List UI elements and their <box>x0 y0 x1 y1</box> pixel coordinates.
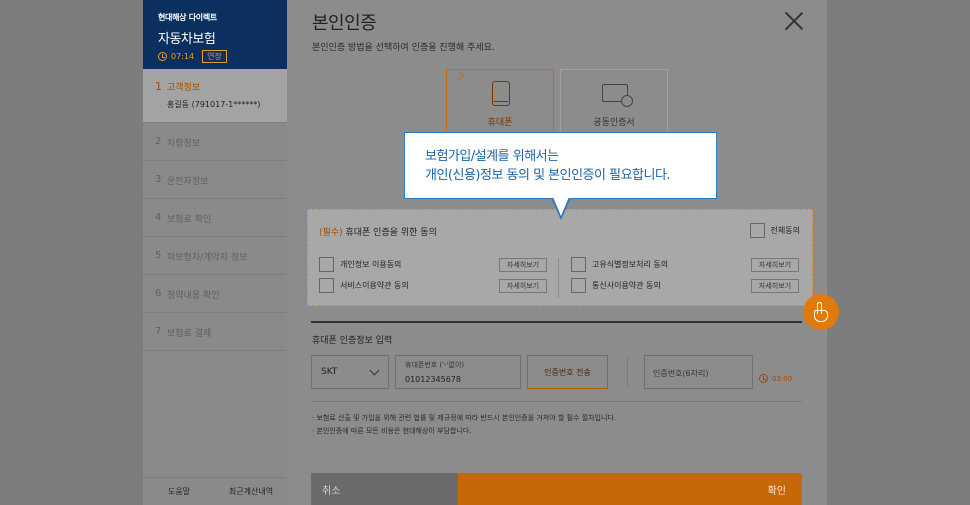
consent-label: 고유식별정보처리 동의 <box>592 260 669 269</box>
page-title: 본인인증 <box>312 13 377 34</box>
hand-pointer-icon[interactable] <box>803 294 839 330</box>
sidebar: 현대해상 다이렉트 자동차보험 07:14 연장 1 고객정보 홍길동 (791… <box>143 0 287 505</box>
cancel-button[interactable]: 취소 <box>311 473 458 505</box>
step-label: 고객정보 <box>167 83 201 93</box>
step-number: 6 <box>155 288 162 299</box>
consent-label: 개인정보 이용동의 <box>340 260 402 269</box>
consent-title: (필수) 휴대폰 인증을 위한 동의 <box>319 225 437 238</box>
detail-button[interactable]: 자세히보기 <box>499 258 547 272</box>
send-code-button[interactable]: 인증번호 전송 <box>527 355 608 389</box>
consent-label: 통신사이용약관 동의 <box>592 281 661 290</box>
step-label: 차량정보 <box>167 139 201 149</box>
tooltip-line-2: 개인(신용)정보 동의 및 본인인증이 필요합니다. <box>425 168 671 183</box>
clock-icon <box>158 52 167 61</box>
consent-item-privacy[interactable]: 개인정보 이용동의 <box>319 257 401 272</box>
step-premium-check[interactable]: 4 보험료 확인 <box>143 199 287 237</box>
chevron-down-icon <box>369 365 380 376</box>
carrier-value: SKT <box>321 367 338 377</box>
certificate-icon <box>602 84 633 107</box>
check-icon <box>454 71 464 82</box>
step-number: 7 <box>155 326 162 337</box>
close-icon[interactable] <box>783 10 805 32</box>
phone-number-input[interactable]: 휴대폰번호 ('-'없이) 01012345678 <box>395 355 521 389</box>
step-number: 1 <box>155 80 162 93</box>
countdown-value: 03:00 <box>772 374 793 383</box>
verification-code-input[interactable]: 인증번호(6자리) <box>644 355 753 389</box>
consent-item-carrier-terms[interactable]: 통신사이용약관 동의 <box>571 278 661 293</box>
tooltip-line-1: 보험가입/설계를 위해서는 <box>425 149 559 164</box>
step-label: 보험료 확인 <box>167 215 212 225</box>
agree-all-checkbox[interactable] <box>749 223 765 238</box>
step-insured-info[interactable]: 5 피보험자/계약자 정보 <box>143 237 287 275</box>
carrier-select[interactable]: SKT <box>311 355 389 389</box>
main-content: 본인인증 본인인증 방법을 선택하여 인증을 진행해 주세요. 휴대폰 공동인증… <box>287 0 827 505</box>
step-customer-info[interactable]: 1 고객정보 홍길동 (791017-1******) <box>143 69 287 123</box>
consent-item-unique-id[interactable]: 고유식별정보처리 동의 <box>571 257 668 272</box>
agree-all[interactable]: 전체동의 <box>749 223 800 238</box>
page-subtitle: 본인인증 방법을 선택하여 인증을 진행해 주세요. <box>312 43 495 53</box>
session-timer: 07:14 연장 <box>158 50 287 63</box>
consent-checkbox[interactable] <box>319 278 334 293</box>
consent-tooltip: 보험가입/설계를 위해서는 개인(신용)정보 동의 및 본인인증이 필요합니다. <box>404 132 717 199</box>
notice-list: · 보험료 산출 및 가입을 위해 관련 법률 및 제규정에 따라 반드시 본인… <box>312 412 616 438</box>
step-label: 보험료 결제 <box>167 329 212 339</box>
notes-divider <box>311 401 802 402</box>
step-payment[interactable]: 7 보험료 결제 <box>143 313 287 351</box>
consent-checkbox[interactable] <box>571 257 586 272</box>
product-title: 자동차보험 <box>158 32 216 47</box>
notice-item: · 보험료 산출 및 가입을 위해 관련 법률 및 제규정에 따라 반드시 본인… <box>312 414 617 422</box>
phone-value: 01012345678 <box>405 375 461 384</box>
step-number: 5 <box>155 250 162 261</box>
auth-modal-frame: 현대해상 다이렉트 자동차보험 07:14 연장 1 고객정보 홍길동 (791… <box>143 0 827 505</box>
step-number: 2 <box>155 136 162 147</box>
method-label: 휴대폰 <box>487 118 513 128</box>
notice-item: · 본인인증에 따른 모든 비용은 현대해상이 부담합니다. <box>312 427 472 435</box>
method-certificate-card[interactable]: 공동인증서 <box>560 69 668 133</box>
consent-checkbox[interactable] <box>319 257 334 272</box>
consent-title-text: 휴대폰 인증을 위한 동의 <box>345 228 437 238</box>
step-number: 4 <box>155 212 162 223</box>
extend-button[interactable]: 연장 <box>202 50 227 63</box>
input-divider <box>627 357 628 387</box>
consent-item-service-terms[interactable]: 서비스이용약관 동의 <box>319 278 409 293</box>
palm-shape <box>814 310 828 322</box>
consent-checkbox[interactable] <box>571 278 586 293</box>
step-application-review[interactable]: 6 청약내용 확인 <box>143 275 287 313</box>
step-label: 운전자정보 <box>167 177 209 187</box>
timer-value: 07:14 <box>171 52 195 61</box>
brand-name: 현대해상 다이렉트 <box>158 13 217 22</box>
phone-placeholder: 휴대폰번호 ('-'없이) <box>405 361 465 369</box>
step-number: 3 <box>155 174 162 185</box>
consent-box: (필수) 휴대폰 인증을 위한 동의 전체동의 개인정보 이용동의 자세히보기 … <box>307 209 813 306</box>
consent-label: 서비스이용약관 동의 <box>340 281 409 290</box>
detail-button[interactable]: 자세히보기 <box>751 258 799 272</box>
code-countdown: 03:00 <box>759 374 792 383</box>
agree-all-label: 전체동의 <box>770 226 800 235</box>
step-driver-info[interactable]: 3 운전자정보 <box>143 161 287 199</box>
tooltip-arrow-fill <box>553 197 569 216</box>
smartphone-icon <box>492 81 510 106</box>
customer-name: 홍길동 (791017-1******) <box>167 100 261 109</box>
section-divider <box>311 321 802 323</box>
brand-header: 현대해상 다이렉트 자동차보험 07:14 연장 <box>143 0 287 69</box>
recent-quotes-link[interactable]: 최근계산내역 <box>215 486 287 497</box>
method-phone-card[interactable]: 휴대폰 <box>446 69 554 133</box>
step-vehicle-info[interactable]: 2 차량정보 <box>143 123 287 161</box>
required-tag: (필수) <box>319 228 343 238</box>
confirm-button[interactable]: 확인 <box>458 473 802 505</box>
help-link[interactable]: 도움말 <box>143 486 215 497</box>
method-label: 공동인증서 <box>593 118 635 128</box>
detail-button[interactable]: 자세히보기 <box>499 279 547 293</box>
column-divider <box>558 258 559 298</box>
sidebar-footer: 도움말 최근계산내역 <box>143 477 287 505</box>
detail-button[interactable]: 자세히보기 <box>751 279 799 293</box>
clock-icon <box>759 374 768 383</box>
input-section-title: 휴대폰 인증정보 입력 <box>312 336 393 346</box>
step-label: 피보험자/계약자 정보 <box>167 253 248 263</box>
step-label: 청약내용 확인 <box>167 291 220 301</box>
